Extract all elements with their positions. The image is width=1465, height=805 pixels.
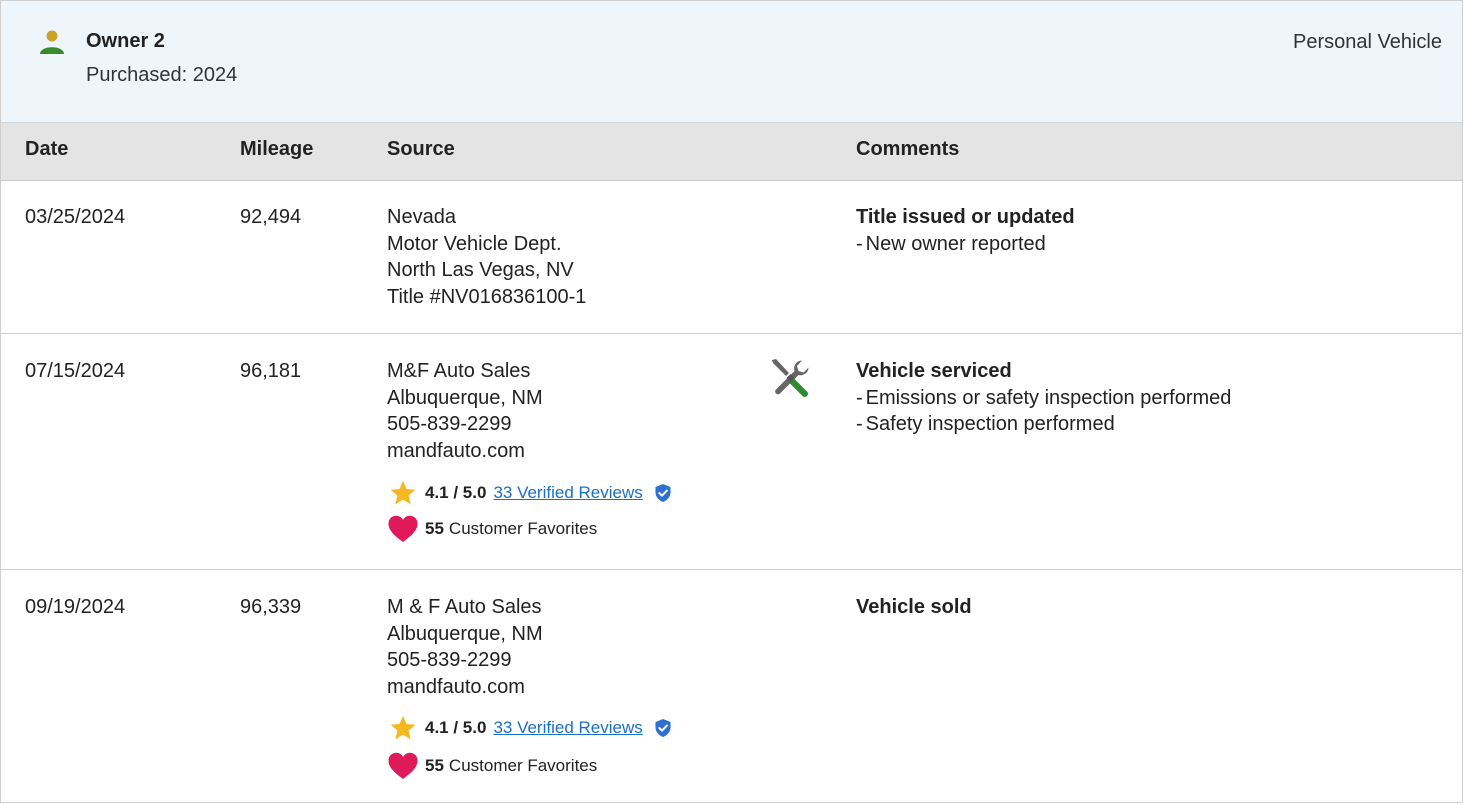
row-source: M&F Auto Sales Albuquerque, NM 505-839-2… <box>387 358 543 464</box>
comment-title: Vehicle serviced <box>856 360 1012 382</box>
comment-title: Title issued or updated <box>856 206 1075 228</box>
wrench-screwdriver-icon <box>772 359 809 397</box>
vehicle-history-owner-card: Owner 2 Purchased: 2024 Personal Vehicle… <box>0 0 1463 803</box>
row-mileage: 92,494 <box>240 206 302 228</box>
dealer-rating: 4.1 / 5.0 33 Verified Reviews <box>387 713 673 743</box>
favorites-count: 55 <box>425 519 444 538</box>
row-date: 07/15/2024 <box>25 360 126 382</box>
favorites-label: Customer Favorites <box>448 756 598 775</box>
header-comments: Comments <box>856 138 960 160</box>
row-mileage: 96,181 <box>240 360 302 382</box>
comment-item: New owner reported <box>856 231 1075 258</box>
row-comments: Vehicle sold <box>856 594 972 621</box>
source-website: mandfauto.com <box>387 439 525 462</box>
comment-item: Emissions or safety inspection performed <box>856 385 1232 412</box>
verified-shield-icon <box>655 484 671 502</box>
owner-type: Personal Vehicle <box>1293 31 1442 53</box>
table-row: 03/25/2024 92,494 Nevada Motor Vehicle D… <box>1 181 1462 334</box>
source-location: North Las Vegas, NV <box>387 259 574 281</box>
star-icon <box>390 480 416 505</box>
header-source: Source <box>387 138 455 160</box>
verified-reviews-link[interactable]: 33 Verified Reviews <box>493 483 642 503</box>
row-source: Nevada Motor Vehicle Dept. North Las Veg… <box>387 204 586 310</box>
comment-title: Vehicle sold <box>856 596 972 618</box>
favorites-count: 55 <box>425 756 444 775</box>
row-comments: Vehicle serviced Emissions or safety ins… <box>856 358 1231 438</box>
row-date: 09/19/2024 <box>25 596 126 618</box>
customer-favorites: 55 Customer Favorites <box>387 751 597 781</box>
table-header: Date Mileage Source Comments <box>1 123 1462 181</box>
table-row: 07/15/2024 96,181 M&F Auto Sales Albuque… <box>1 334 1462 570</box>
row-mileage: 96,339 <box>240 596 302 618</box>
verified-shield-icon <box>655 719 671 737</box>
dealer-rating: 4.1 / 5.0 33 Verified Reviews <box>387 478 673 508</box>
rating-score: 4.1 / 5.0 <box>425 718 487 737</box>
source-location: Albuquerque, NM <box>387 622 543 645</box>
source-title-number: Title #NV016836100-1 <box>387 285 587 308</box>
source-dealer-name[interactable]: M&F Auto Sales <box>387 358 543 385</box>
favorites-label: Customer Favorites <box>448 519 598 538</box>
source-dealer-name[interactable]: M & F Auto Sales <box>387 594 543 621</box>
heart-icon <box>388 752 418 779</box>
customer-favorites: 55 Customer Favorites <box>387 514 597 544</box>
owner-header: Owner 2 Purchased: 2024 Personal Vehicle <box>1 1 1462 123</box>
source-website: mandfauto.com <box>387 675 525 698</box>
owner-purchased: Purchased: 2024 <box>86 64 238 86</box>
owner-name: Owner 2 <box>86 30 165 52</box>
comment-item: Safety inspection performed <box>856 411 1231 438</box>
table-row: 09/19/2024 96,339 M & F Auto Sales Albuq… <box>1 570 1462 802</box>
source-phone: 505-839-2299 <box>387 649 512 671</box>
heart-icon <box>388 515 418 542</box>
source-location: Albuquerque, NM <box>387 386 543 409</box>
header-date: Date <box>25 138 69 160</box>
rating-score: 4.1 / 5.0 <box>425 483 487 502</box>
row-date: 03/25/2024 <box>25 206 126 228</box>
person-icon <box>40 30 64 54</box>
source-dept: Motor Vehicle Dept. <box>387 232 562 255</box>
source-name: Nevada <box>387 206 456 228</box>
header-mileage: Mileage <box>240 138 314 160</box>
source-phone: 505-839-2299 <box>387 413 512 435</box>
row-source: M & F Auto Sales Albuquerque, NM 505-839… <box>387 594 543 700</box>
star-icon <box>390 715 416 740</box>
verified-reviews-link[interactable]: 33 Verified Reviews <box>493 718 642 738</box>
row-comments: Title issued or updated New owner report… <box>856 204 1075 257</box>
